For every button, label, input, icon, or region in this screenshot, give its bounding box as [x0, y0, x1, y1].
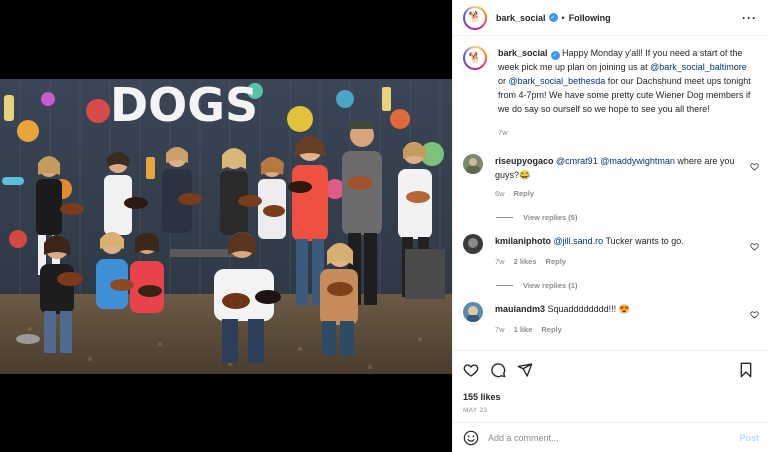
post-comment-button[interactable]: Post — [739, 433, 759, 443]
mention-link[interactable]: @jill.sand.ro — [554, 236, 604, 246]
post-side-panel: 🐕 bark_social ✓ • Following ··· 🐕 bark_s… — [452, 0, 768, 452]
comments-list: 🐕 bark_social ✓ Happy Monday y'all! If yo… — [453, 37, 768, 349]
mention-link[interactable]: @maddywightman — [600, 156, 675, 166]
comment-composer: Post — [453, 422, 768, 452]
dog-logo-icon: 🐕 — [465, 7, 485, 28]
comment-text: Tucker wants to go. — [603, 236, 684, 246]
comment-meta: 7w 1 like Reply — [495, 323, 751, 337]
comment-like-icon[interactable] — [750, 310, 759, 319]
post-header: 🐕 bark_social ✓ • Following ··· — [453, 0, 768, 36]
comment-meta: 7w 2 likes Reply — [495, 255, 751, 269]
comment-input[interactable] — [488, 432, 740, 443]
verified-badge-icon: ✓ — [548, 13, 558, 22]
comment-username[interactable]: kmilaniphoto — [495, 236, 551, 246]
verified-badge-icon: ✓ — [550, 51, 560, 60]
comment-meta: 6w Reply — [495, 187, 751, 201]
more-options-icon[interactable]: ··· — [742, 11, 757, 25]
view-replies-button[interactable]: View replies (1) — [496, 281, 759, 290]
caption-age[interactable]: 7w — [498, 128, 508, 137]
caption-text-2: or — [498, 76, 509, 86]
comment-like-icon[interactable] — [750, 242, 759, 251]
comment-item: mauiandm3 Squadddddddd!!! 😍 7w 1 like Repl… — [463, 302, 759, 337]
author-avatar[interactable]: 🐕 — [463, 5, 487, 30]
comment-body: kmilaniphoto @jill.sand.ro Tucker wants … — [495, 234, 751, 269]
reply-button[interactable]: Reply — [514, 189, 534, 198]
comment-item: riseupyogaco @cmrat91 @maddywightman whe… — [463, 154, 759, 201]
post-photo[interactable]: DOGS — [0, 79, 452, 374]
commenter-avatar[interactable] — [463, 234, 483, 254]
dog-logo-icon: 🐕 — [465, 48, 485, 68]
replies-divider — [496, 285, 513, 286]
comment-text: Squadddddddd!!! 😍 — [547, 304, 630, 314]
commenter-avatar[interactable] — [463, 302, 483, 322]
reply-button[interactable]: Reply — [546, 257, 566, 266]
mention-link[interactable]: @bark_social_bethesda — [509, 76, 606, 86]
caption-author-avatar[interactable]: 🐕 — [463, 46, 487, 70]
action-bar — [463, 361, 759, 379]
emoji-icon[interactable] — [463, 430, 479, 446]
group-photo-illustration: DOGS — [0, 79, 452, 374]
mention-link[interactable]: @bark_social_baltimore — [650, 62, 747, 72]
comment-username[interactable]: mauiandm3 — [495, 304, 545, 314]
view-replies-label: View replies (5) — [523, 213, 578, 222]
view-replies-button[interactable]: View replies (5) — [496, 213, 759, 222]
separator-dot: • — [561, 12, 565, 23]
post-actions: 155 likes MAY 23 — [453, 350, 768, 420]
share-icon[interactable] — [517, 362, 533, 378]
caption: 🐕 bark_social ✓ Happy Monday y'all! If yo… — [463, 46, 759, 140]
photo-panel: DOGS — [0, 0, 452, 452]
following-button[interactable]: Following — [569, 13, 611, 23]
comment-likes[interactable]: 2 likes — [514, 257, 537, 266]
comment-age[interactable]: 6w — [495, 189, 505, 198]
caption-username[interactable]: bark_social — [498, 48, 548, 58]
comment-likes[interactable]: 1 like — [514, 325, 533, 334]
caption-body: bark_social ✓ Happy Monday y'all! If you … — [498, 46, 754, 140]
author-username[interactable]: bark_social — [496, 13, 546, 23]
replies-divider — [496, 217, 513, 218]
comment-username[interactable]: riseupyogaco — [495, 156, 554, 166]
comment-like-icon[interactable] — [750, 162, 759, 171]
likes-count[interactable]: 155 likes — [463, 392, 759, 402]
commenter-avatar[interactable] — [463, 154, 483, 174]
comment-icon[interactable] — [490, 362, 506, 378]
caption-meta: 7w — [498, 126, 754, 140]
post-date[interactable]: MAY 23 — [463, 407, 759, 414]
comment-item: kmilaniphoto @jill.sand.ro Tucker wants … — [463, 234, 759, 269]
bookmark-icon[interactable] — [738, 362, 754, 378]
comment-age[interactable]: 7w — [495, 257, 505, 266]
mural-sign-text: DOGS — [110, 79, 258, 132]
reply-button[interactable]: Reply — [541, 325, 561, 334]
view-replies-label: View replies (1) — [523, 281, 578, 290]
comment-body: riseupyogaco @cmrat91 @maddywightman whe… — [495, 154, 751, 201]
comment-body: mauiandm3 Squadddddddd!!! 😍 7w 1 like Repl… — [495, 302, 751, 337]
comment-age[interactable]: 7w — [495, 325, 505, 334]
mention-link[interactable]: @cmrat91 — [556, 156, 598, 166]
heart-icon[interactable] — [463, 362, 479, 378]
